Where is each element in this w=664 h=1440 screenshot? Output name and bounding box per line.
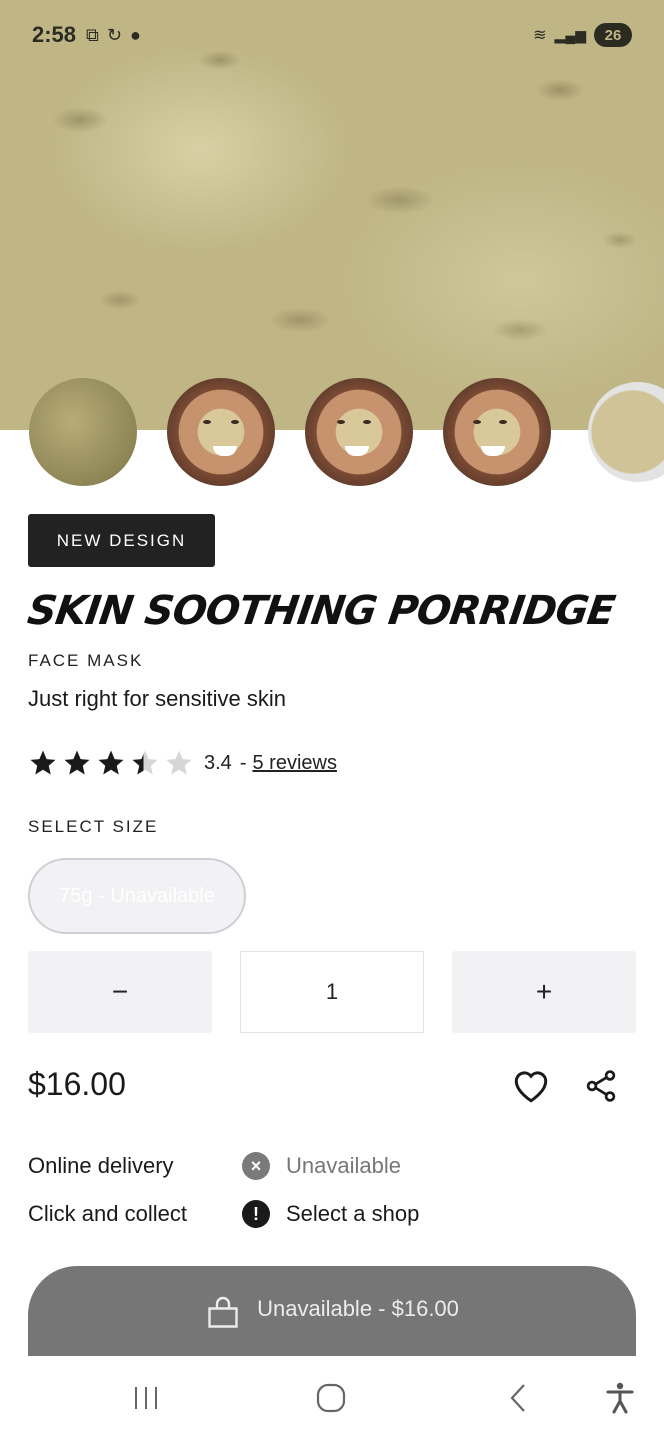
thumbnail-model-1[interactable] [167,378,275,486]
app-notification-icon: ● [130,24,141,45]
half-star-icon [132,750,158,775]
product-title: SKIN SOOTHING PORRIDGE [24,588,618,634]
add-to-cart-button[interactable]: Unavailable - $16.00 [28,1266,636,1364]
quantity-increase-button[interactable]: + [452,951,636,1033]
status-time: 2:58 [32,22,77,47]
status-bar: 2:58 ⧉ ↻ ● ≋ ▂▄▆ 26 [0,0,664,70]
star-icon [98,750,124,775]
select-a-shop-link[interactable]: Select a shop [286,1201,419,1227]
star-rating [28,748,194,778]
sync-icon: ↻ [106,24,122,45]
online-delivery-status: Unavailable [286,1153,401,1178]
screenshot-icon: ⧉ [86,24,99,45]
battery-icon: 26 [594,23,632,47]
quantity-value[interactable]: 1 [240,951,424,1033]
star-icon [64,750,90,775]
accessibility-icon[interactable] [602,1380,638,1416]
thumbnail-model-3[interactable] [443,378,551,486]
share-icon[interactable] [579,1064,623,1108]
click-and-collect-label: Click and collect [28,1201,187,1226]
click-and-collect-row[interactable]: Click and collect ! Select a shop [28,1196,419,1232]
back-icon[interactable] [500,1380,536,1416]
product-price: $16.00 [28,1066,126,1102]
new-design-badge: NEW DESIGN [28,514,215,567]
thumbnail-model-2[interactable] [305,378,413,486]
recent-apps-icon[interactable] [128,1380,164,1416]
thumbnail-texture[interactable] [29,378,137,486]
size-option-75g[interactable]: 75g - Unavailable [28,858,246,934]
wifi-icon: ≋ [533,27,547,44]
shopping-bag-icon [208,1296,238,1328]
product-hero-image: 2:58 ⧉ ↻ ● ≋ ▂▄▆ 26 [0,0,664,430]
add-to-cart-label: Unavailable - $16.00 [257,1296,459,1321]
star-icon [30,750,56,775]
x-circle-icon: × [242,1152,270,1180]
select-size-heading: SELECT SIZE [28,817,159,836]
system-navigation-bar [0,1356,664,1440]
online-delivery-label: Online delivery [28,1153,174,1178]
wishlist-heart-icon[interactable] [509,1064,553,1108]
product-category: FACE MASK [28,651,144,670]
rating-separator: - [239,751,247,774]
reviews-link[interactable]: 5 reviews [252,752,336,775]
rating: 3.4 - 5 reviews [28,745,337,781]
online-delivery-row: Online delivery × Unavailable [28,1148,401,1184]
home-icon[interactable] [312,1380,350,1416]
quantity-decrease-button[interactable]: − [28,951,212,1033]
exclamation-circle-icon: ! [242,1200,270,1228]
product-tagline: Just right for sensitive skin [28,686,286,711]
empty-star-icon [166,750,192,775]
signal-icon: ▂▄▆ [554,26,586,43]
rating-value: 3.4 [204,751,232,774]
